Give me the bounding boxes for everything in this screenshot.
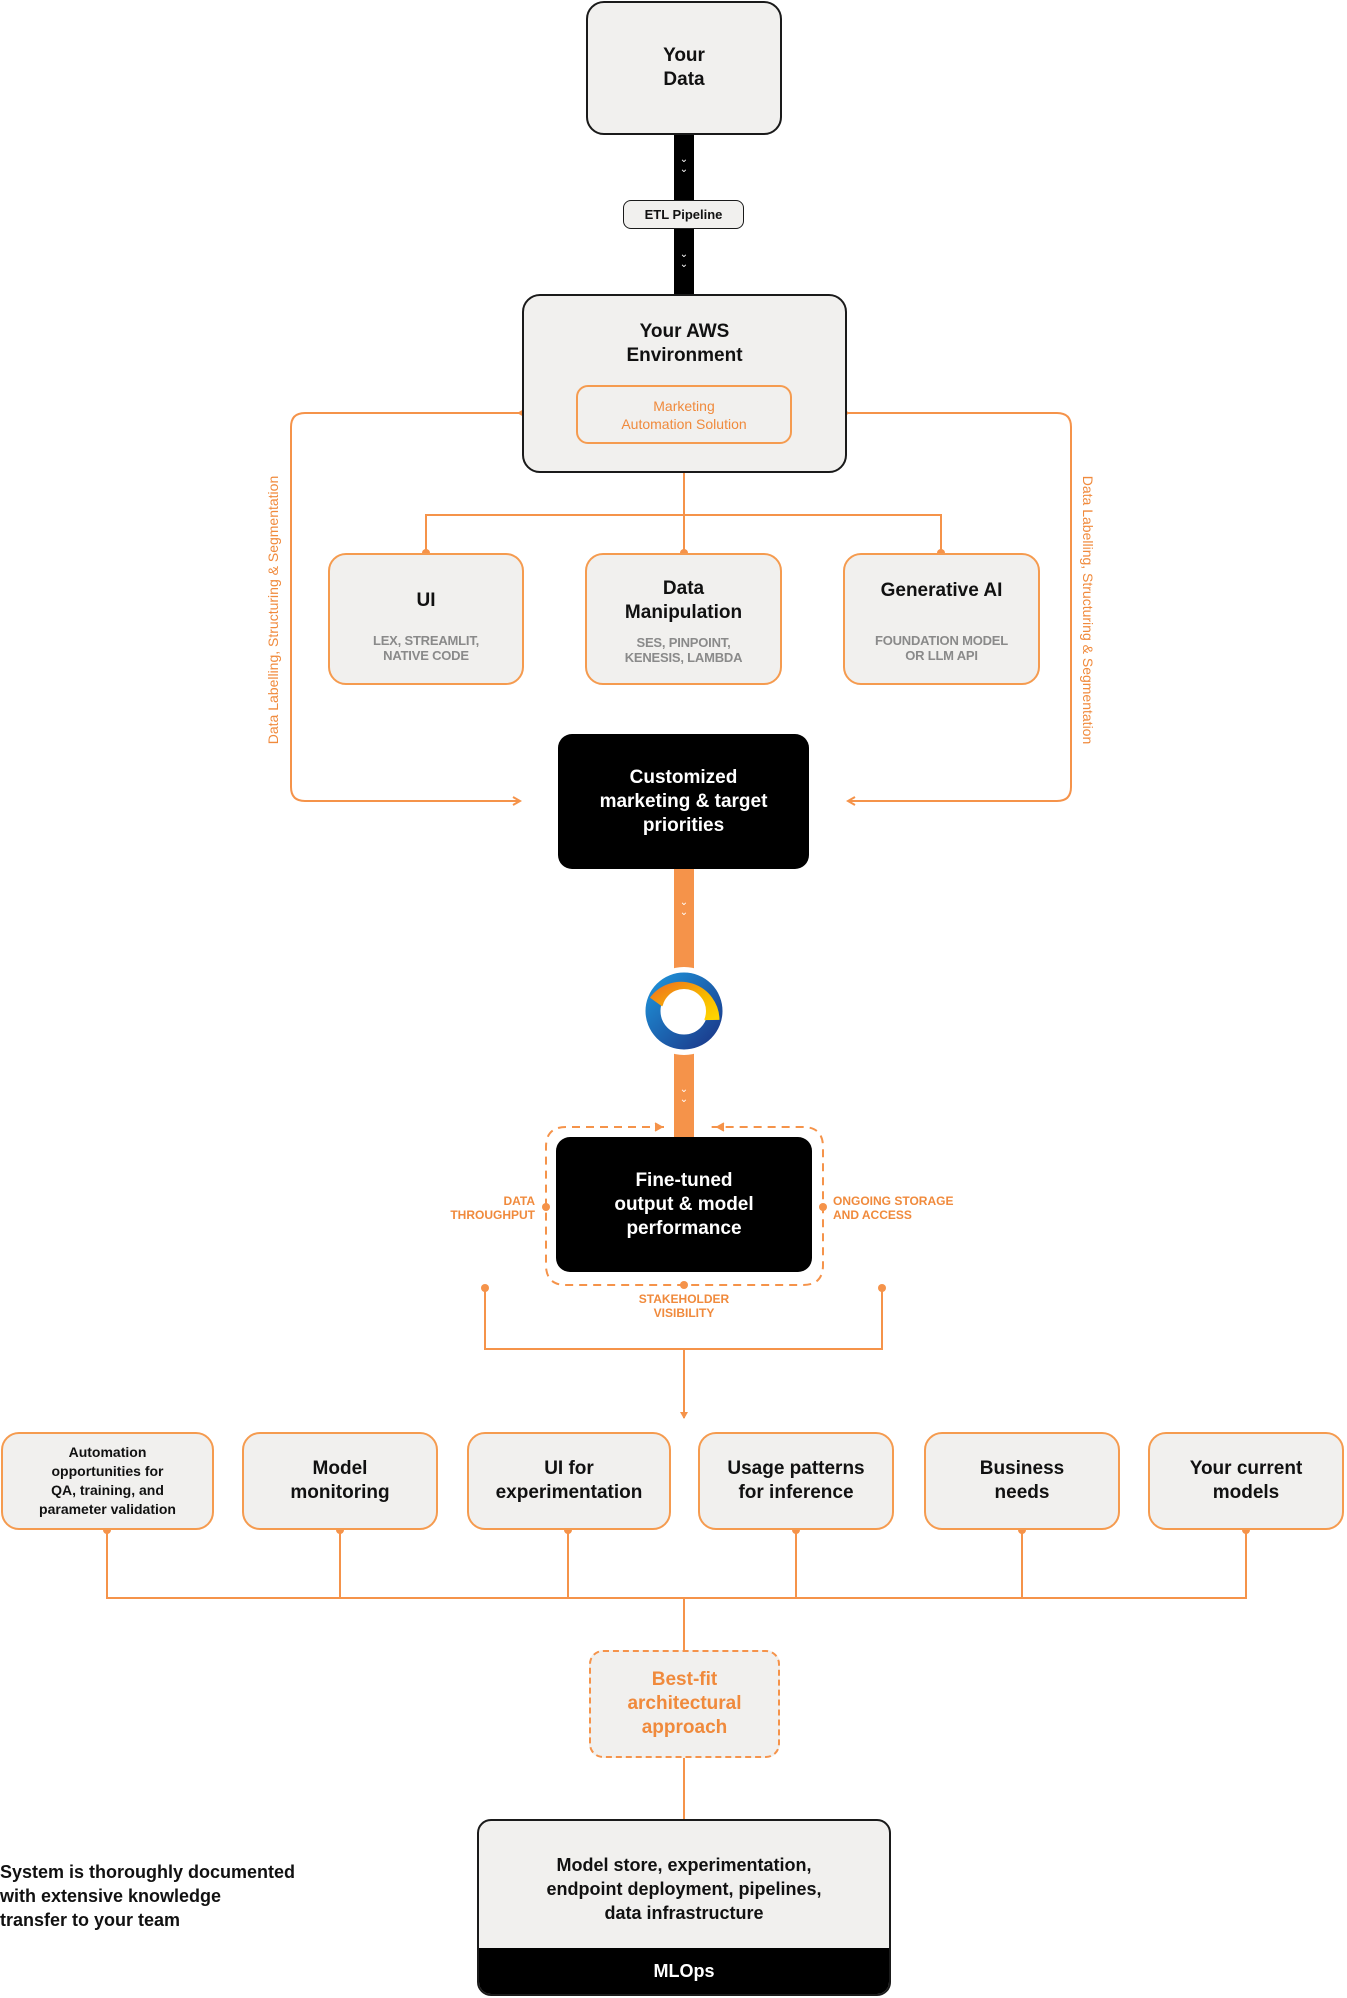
your-data-label: Data xyxy=(663,69,705,90)
bestfit-approach-box: Best-fit architectural approach xyxy=(589,1650,780,1758)
finetuned-performance-box: Fine-tuned output & model performance xyxy=(556,1137,812,1272)
mlops-body-line: Model store, experimentation, xyxy=(556,1855,812,1875)
marketing-label: Marketing xyxy=(653,397,715,414)
label-line: ONGOING STORAGE xyxy=(833,1194,954,1208)
marketing-automation-box: Marketing Automation Solution xyxy=(576,385,792,444)
your-data-label: Your xyxy=(663,45,705,66)
service-title: Manipulation xyxy=(624,602,743,623)
bestfit-label: Best-fit xyxy=(651,1669,718,1690)
connector-dot xyxy=(680,1281,688,1289)
input-usage-patterns-box: Usage patterns for inference xyxy=(698,1432,894,1530)
label-line: AND ACCESS xyxy=(833,1208,912,1222)
input-business-needs-box: Business needs xyxy=(924,1432,1120,1530)
input-current-models-box: Your current models xyxy=(1148,1432,1344,1530)
stakeholder-visibility-label: STAKEHOLDER VISIBILITY xyxy=(604,1292,764,1320)
bestfit-label: approach xyxy=(641,1717,728,1738)
documentation-note: System is thoroughly documented with ext… xyxy=(0,1860,320,1932)
connector-dot xyxy=(819,1203,827,1211)
input-label: experimentation xyxy=(495,1482,643,1503)
input-ui-experimentation-box: UI for experimentation xyxy=(467,1432,671,1530)
input-label: Your current xyxy=(1189,1458,1303,1479)
customized-label: priorities xyxy=(642,814,725,836)
input-label: Business xyxy=(979,1458,1065,1479)
input-label: needs xyxy=(994,1482,1050,1503)
service-sub: LEX, STREAMLIT, xyxy=(372,633,480,648)
service-sub: SES, PINPOINT, xyxy=(636,635,731,650)
your-data-box: Your Data xyxy=(586,1,782,135)
data-throughput-label: DATA THROUGHPUT xyxy=(430,1194,535,1222)
input-label: parameter validation xyxy=(39,1501,176,1517)
input-label: Model xyxy=(312,1458,368,1479)
service-title: Data xyxy=(662,578,705,599)
mlops-body-line: data infrastructure xyxy=(604,1903,764,1923)
flow-chevrons-icon: ⌄ ⌄ xyxy=(679,1084,689,1105)
flow-chevrons-icon: ⌄ ⌄ xyxy=(679,154,689,175)
service-sub: KENESIS, LAMBDA xyxy=(624,650,743,665)
input-label: monitoring xyxy=(290,1482,390,1503)
customized-priorities-box: Customized marketing & target priorities xyxy=(558,734,809,869)
customized-label: marketing & target xyxy=(599,790,768,812)
etl-pipeline-label: ETL Pipeline xyxy=(644,207,723,222)
mlops-band: MLOps xyxy=(479,1948,889,1994)
label-line: STAKEHOLDER xyxy=(638,1292,730,1306)
left-loop-label: Data Labelling, Structuring & Segmentati… xyxy=(265,475,281,745)
right-loop-label: Data Labelling, Structuring & Segmentati… xyxy=(1080,475,1096,745)
bestfit-label: architectural xyxy=(627,1693,742,1714)
input-label: opportunities for xyxy=(51,1463,164,1479)
circular-logo-icon xyxy=(640,967,728,1055)
ongoing-storage-label: ONGOING STORAGE AND ACCESS xyxy=(833,1194,983,1222)
label-line: THROUGHPUT xyxy=(450,1208,535,1222)
connector-dot xyxy=(542,1203,550,1211)
label-line: VISIBILITY xyxy=(653,1306,715,1320)
note-line: transfer to your team xyxy=(0,1910,181,1930)
service-sub: OR LLM API xyxy=(905,648,978,663)
input-automation-box: Automation opportunities for QA, training,… xyxy=(1,1432,214,1530)
note-line: with extensive knowledge xyxy=(0,1886,222,1906)
etl-pipeline-box: ETL Pipeline xyxy=(623,200,744,229)
mlops-body-line: endpoint deployment, pipelines, xyxy=(546,1879,822,1899)
customized-label: Customized xyxy=(629,766,738,788)
service-sub: FOUNDATION MODEL xyxy=(874,633,1009,648)
input-label: Usage patterns xyxy=(727,1458,865,1479)
mlops-box: Model store, experimentation, endpoint de… xyxy=(477,1819,891,1996)
flow-chevrons-icon: ⌄ ⌄ xyxy=(679,897,689,918)
input-label: UI for xyxy=(544,1458,594,1479)
service-ui-box: UI LEX, STREAMLIT, NATIVE CODE xyxy=(328,553,524,685)
inputs-connector xyxy=(106,1530,1247,1599)
input-label: models xyxy=(1212,1482,1280,1503)
aws-label: Environment xyxy=(626,345,743,366)
marketing-label: Automation Solution xyxy=(621,415,747,432)
finetuned-label: output & model xyxy=(614,1193,754,1215)
service-generative-ai-box: Generative AI FOUNDATION MODEL OR LLM API xyxy=(843,553,1040,685)
finetuned-label: performance xyxy=(626,1217,742,1239)
note-line: System is thoroughly documented xyxy=(0,1862,296,1882)
service-title: UI xyxy=(416,590,436,611)
input-label: QA, training, and xyxy=(51,1482,164,1498)
input-model-monitoring-box: Model monitoring xyxy=(242,1432,438,1530)
finetuned-label: Fine-tuned xyxy=(635,1169,733,1191)
service-sub: NATIVE CODE xyxy=(383,648,469,663)
aws-environment-box: Your AWS Environment xyxy=(522,294,847,473)
mlops-label: MLOps xyxy=(653,1960,715,1981)
label-line: DATA xyxy=(503,1194,535,1208)
input-label: Automation xyxy=(68,1444,147,1460)
aws-label: Your AWS xyxy=(639,321,730,342)
service-title: Generative AI xyxy=(880,580,1003,601)
input-label: for inference xyxy=(738,1482,854,1503)
service-data-manipulation-box: Data Manipulation SES, PINPOINT, KENESIS, … xyxy=(585,553,782,685)
flow-chevrons-icon: ⌄ ⌄ xyxy=(679,249,689,270)
